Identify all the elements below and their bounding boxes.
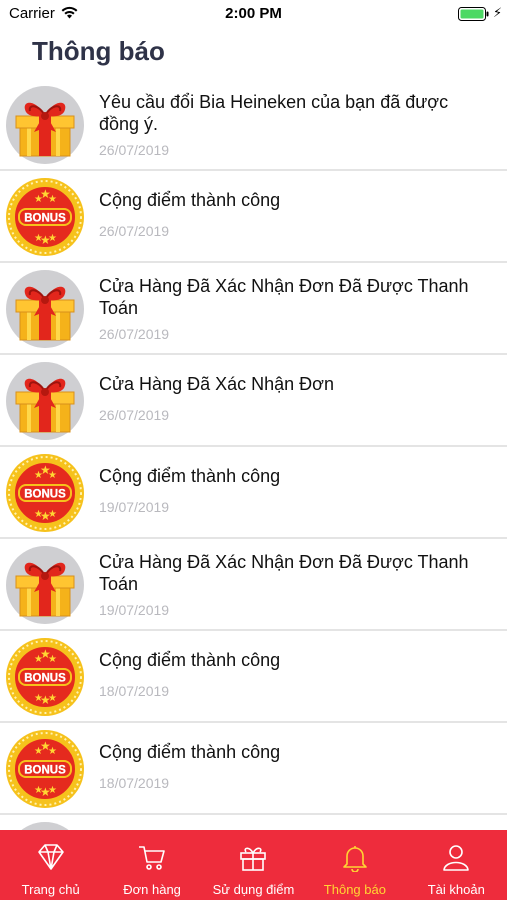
battery-icon [458, 7, 490, 25]
notification-title-line: Cộng điểm thành công [99, 466, 281, 486]
notification-title-line: Cộng điểm thành công [99, 650, 281, 670]
status-bar: Carrier 2:00 PM ⚡ [0, 0, 507, 28]
gift-icon [6, 86, 84, 164]
bonus-icon: ★ ★ ★ BONUS ★ ★ ★ [6, 730, 84, 808]
notification-date: 26/07/2019 [99, 407, 170, 423]
tab-label: Tài khoản [427, 882, 485, 897]
tab-bar: Trang chủ Đơn hàng Sử dụng điểm Thông báo Tà… [0, 830, 507, 900]
notification-item[interactable]: Cửa Hàng Đã Xác Nhận Đơn Đã Được Thanh To… [0, 263, 507, 355]
notification-title-line: Cộng điểm thành công [99, 742, 281, 762]
svg-text:★: ★ [48, 693, 57, 704]
notification-date: 18/07/2019 [99, 775, 170, 791]
notification-title-line: Cửa Hàng Đã Xác Nhận Đơn [99, 374, 334, 394]
notification-item[interactable]: Yêu cầu đổi Bia Heineken của bạn đã được… [0, 79, 507, 171]
bonus-icon: ★ ★ ★ BONUS ★ ★ ★ [6, 638, 84, 716]
notification-item[interactable]: Cửa Hàng Đã Xác Nhận Đơn 26/07/2019 [0, 355, 507, 447]
bonus-icon: ★ ★ ★ BONUS ★ ★ ★ [6, 454, 84, 532]
gift-icon [6, 546, 84, 624]
notification-date: 18/07/2019 [99, 683, 170, 699]
svg-text:★: ★ [48, 654, 57, 665]
tab-diamond[interactable]: Trang chủ [0, 830, 101, 900]
tab-gift-box[interactable]: Sử dụng điểm [203, 830, 304, 900]
svg-text:★: ★ [48, 470, 57, 481]
notification-title: Cộng điểm thành công [99, 189, 479, 211]
svg-text:★: ★ [48, 509, 57, 520]
notification-title: Cộng điểm thành công [99, 649, 479, 671]
notification-item[interactable]: Cửa Hàng Đã Xác Nhận Đơn Đã Được Thanh To… [0, 539, 507, 631]
notification-item[interactable]: ★ ★ ★ BONUS ★ ★ ★ Cộng điểm thành công 18… [0, 631, 507, 723]
tab-label: Trang chủ [21, 882, 80, 897]
notification-item[interactable]: ★ ★ ★ BONUS ★ ★ ★ Cộng điểm thành công 19… [0, 447, 507, 539]
notification-title-line: Cửa Hàng Đã Xác Nhận Đơn Đã Được Thanh [99, 552, 469, 572]
gift-icon [6, 362, 84, 440]
notification-date: 19/07/2019 [99, 499, 170, 515]
notification-title-line: Cộng điểm thành công [99, 190, 281, 210]
gift-icon [6, 270, 84, 348]
page-title: Thông báo [32, 36, 165, 66]
tab-label: Sử dụng điểm [212, 882, 295, 897]
notification-title-line: Yêu cầu đổi Bia Heineken của bạn đã được [99, 92, 449, 112]
notification-title: Cửa Hàng Đã Xác Nhận Đơn [99, 373, 479, 395]
gift-box-icon [240, 847, 267, 871]
notification-date: 19/07/2019 [99, 602, 170, 618]
notification-date: 26/07/2019 [99, 223, 170, 239]
bonus-icon: ★ ★ ★ BONUS ★ ★ ★ [6, 178, 84, 256]
charging-icon: ⚡ [493, 5, 503, 20]
notification-title: Cửa Hàng Đã Xác Nhận Đơn Đã Được Thanh To… [99, 551, 479, 595]
notification-title-line: Cửa Hàng Đã Xác Nhận Đơn Đã Được Thanh [99, 276, 469, 296]
svg-text:BONUS: BONUS [24, 213, 66, 225]
notification-item[interactable]: ★ ★ ★ BONUS ★ ★ ★ Cộng điểm thành công 26… [0, 171, 507, 263]
notification-date: 26/07/2019 [99, 326, 170, 342]
notification-title: Cửa Hàng Đã Xác Nhận Đơn Đã Được Thanh To… [99, 275, 479, 319]
tab-user[interactable]: Tài khoản [406, 830, 507, 900]
cart-icon [139, 846, 165, 870]
svg-text:BONUS: BONUS [24, 489, 66, 501]
clock: 2:00 PM [225, 5, 282, 22]
notification-item[interactable]: ★ ★ ★ BONUS ★ ★ ★ Cộng điểm thành công 18… [0, 723, 507, 815]
diamond-icon [37, 844, 64, 870]
svg-text:BONUS: BONUS [24, 673, 66, 685]
tab-label: Thông báo [323, 882, 386, 897]
svg-text:BONUS: BONUS [24, 765, 66, 777]
svg-text:★: ★ [48, 233, 57, 244]
svg-text:★: ★ [48, 785, 57, 796]
notification-title-line: Toán [99, 298, 139, 318]
notification-title: Cộng điểm thành công [99, 465, 479, 487]
user-icon [443, 845, 470, 871]
tab-bell[interactable]: Thông báo [304, 830, 405, 900]
svg-text:★: ★ [48, 194, 57, 205]
tab-cart[interactable]: Đơn hàng [101, 830, 202, 900]
notification-title: Cộng điểm thành công [99, 741, 479, 763]
bell-icon [343, 846, 367, 872]
notification-title: Yêu cầu đổi Bia Heineken của bạn đã được… [99, 91, 479, 135]
notification-date: 26/07/2019 [99, 142, 170, 158]
tab-label: Đơn hàng [123, 882, 181, 897]
svg-text:★: ★ [48, 746, 57, 757]
notification-title-line: đồng ý. [99, 114, 159, 134]
notification-title-line: Toán [99, 574, 139, 594]
